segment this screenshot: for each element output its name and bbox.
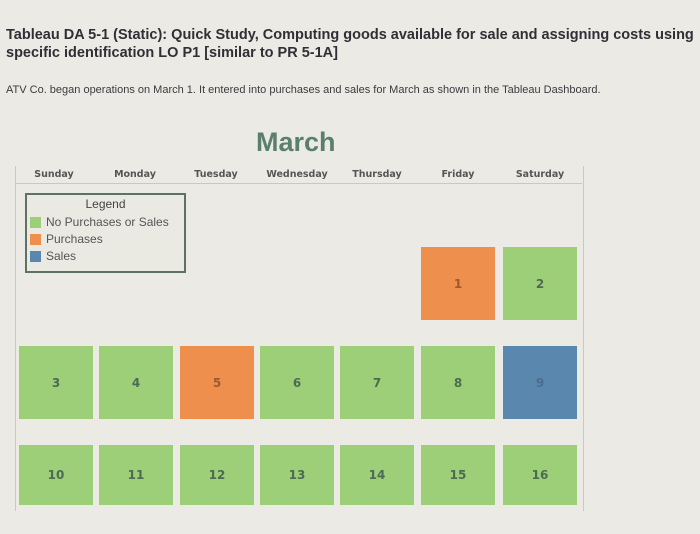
calendar-day-6[interactable]: 6 (260, 346, 334, 419)
calendar-day-7[interactable]: 7 (340, 346, 414, 419)
calendar-day-11[interactable]: 11 (99, 445, 173, 505)
question-title: Tableau DA 5-1 (Static): Quick Study, Co… (6, 27, 694, 61)
day-of-week-wednesday: Wednesday (266, 169, 328, 180)
day-of-week-monday: Monday (114, 169, 156, 180)
legend-title: Legend (85, 197, 126, 211)
calendar-day-1[interactable]: 1 (421, 247, 495, 320)
day-of-week-saturday: Saturday (515, 169, 565, 180)
calendar-day-15[interactable]: 15 (421, 445, 495, 505)
blue-swatch-icon (30, 250, 41, 262)
calendar-header-divider (15, 183, 582, 184)
legend-item-purchases: Purchases (30, 232, 103, 246)
calendar-day-13[interactable]: 13 (260, 445, 334, 505)
calendar-month-title: March (256, 127, 336, 157)
legend: Legend No Purchases or Sales Purchases S… (25, 193, 186, 273)
calendar-day-4[interactable]: 4 (99, 346, 173, 419)
legend-item-no-purchases-or-sales: No Purchases or Sales (30, 215, 169, 229)
question-intro: ATV Co. began operations on March 1. It … (6, 84, 601, 96)
orange-swatch-icon (30, 233, 41, 245)
green-swatch-icon (30, 216, 41, 228)
calendar-day-3[interactable]: 3 (19, 346, 93, 419)
calendar-day-9[interactable]: 9 (503, 346, 577, 419)
legend-label: Purchases (46, 232, 103, 246)
calendar-day-16[interactable]: 16 (503, 445, 577, 505)
calendar-day-10[interactable]: 10 (19, 445, 93, 505)
calendar-day-2[interactable]: 2 (503, 247, 577, 320)
legend-label: No Purchases or Sales (46, 215, 169, 229)
calendar-day-14[interactable]: 14 (340, 445, 414, 505)
day-of-week-thursday: Thursday (352, 169, 402, 180)
calendar-day-8[interactable]: 8 (421, 346, 495, 419)
legend-label: Sales (46, 249, 77, 263)
day-of-week-friday: Friday (441, 169, 475, 180)
day-of-week-tuesday: Tuesday (194, 169, 238, 180)
day-of-week-sunday: Sunday (34, 169, 74, 180)
legend-item-sales: Sales (30, 249, 76, 263)
calendar-day-5[interactable]: 5 (180, 346, 254, 419)
calendar-day-12[interactable]: 12 (180, 445, 254, 505)
